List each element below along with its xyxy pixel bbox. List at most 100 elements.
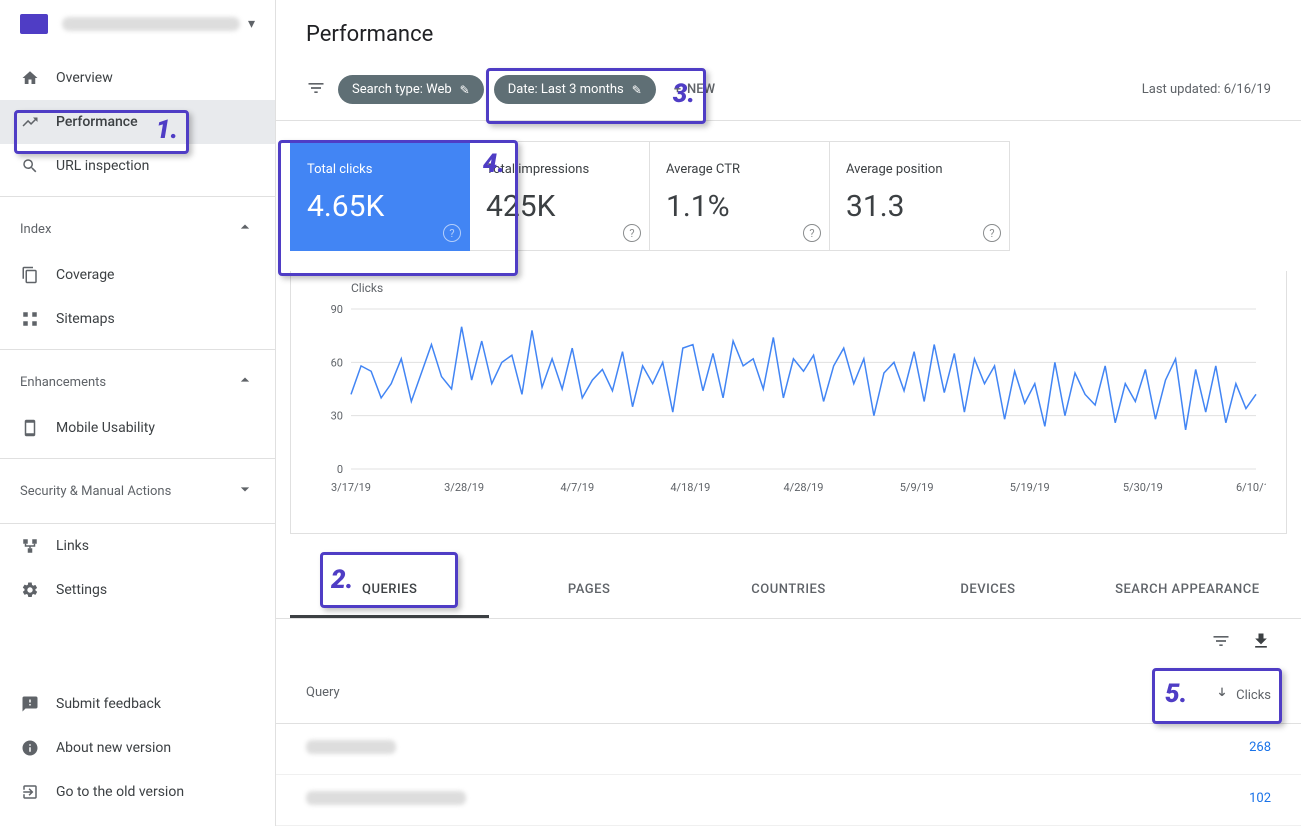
clicks-value: 102 (1249, 791, 1271, 809)
tab-queries[interactable]: QUERIES (290, 564, 489, 618)
metric-card-avg-ctr[interactable]: Average CTR 1.1% ? (650, 141, 830, 251)
svg-text:0: 0 (337, 463, 343, 476)
filter-icon[interactable] (306, 78, 326, 102)
tab-devices[interactable]: DEVICES (888, 564, 1087, 618)
sidebar-section-index[interactable]: Index (0, 205, 275, 253)
clicks-line-chart: 03060903/17/193/28/194/7/194/18/194/28/1… (311, 299, 1266, 499)
metric-value: 425K (486, 189, 633, 224)
svg-text:90: 90 (331, 303, 343, 316)
svg-text:3/17/19: 3/17/19 (331, 481, 371, 494)
chart-area: Clicks 03060903/17/193/28/194/7/194/18/1… (290, 271, 1287, 534)
last-updated: Last updated: 6/16/19 (1142, 82, 1271, 97)
sidebar-item-coverage[interactable]: Coverage (0, 253, 275, 297)
metric-card-avg-position[interactable]: Average position 31.3 ? (830, 141, 1010, 251)
sidebar-item-label: Go to the old version (56, 784, 184, 800)
table-header: Query Clicks (276, 667, 1301, 724)
plus-icon: + (674, 82, 681, 97)
property-selector[interactable]: ▾ (0, 0, 275, 48)
filter-bar: Search type: Web ✎ Date: Last 3 months ✎… (276, 65, 1301, 121)
help-icon[interactable]: ? (623, 224, 641, 242)
sort-down-icon (1214, 685, 1230, 705)
svg-text:4/28/19: 4/28/19 (784, 481, 824, 494)
tab-search-appearance[interactable]: SEARCH APPEARANCE (1088, 564, 1287, 618)
phone-icon (20, 418, 40, 438)
sidebar-item-label: About new version (56, 740, 171, 756)
table-toolbar (276, 619, 1301, 667)
tab-pages[interactable]: PAGES (489, 564, 688, 618)
sidebar-item-performance[interactable]: Performance (0, 100, 275, 144)
metric-value: 1.1% (666, 189, 813, 224)
sidebar-item-label: Links (56, 538, 89, 554)
metrics-row: Total clicks 4.65K ? Total impressions 4… (276, 121, 1301, 271)
metric-value: 31.3 (846, 189, 993, 224)
sidebar-item-overview[interactable]: Overview (0, 56, 275, 100)
metric-label: Average CTR (666, 162, 813, 177)
metric-value: 4.65K (307, 189, 453, 224)
sidebar-item-settings[interactable]: Settings (0, 568, 275, 612)
help-icon[interactable]: ? (803, 224, 821, 242)
dropdown-caret-icon: ▾ (248, 16, 255, 32)
report-tabs: QUERIES PAGES COUNTRIES DEVICES SEARCH A… (276, 564, 1301, 619)
chart-title: Clicks (311, 271, 1266, 299)
col-header-clicks[interactable]: Clicks (1214, 685, 1271, 705)
sidebar-item-label: Sitemaps (56, 311, 115, 327)
metric-label: Total impressions (486, 162, 633, 177)
feedback-icon (20, 694, 40, 714)
add-filter-button[interactable]: + NEW (674, 82, 715, 97)
gear-icon (20, 580, 40, 600)
sidebar-item-links[interactable]: Links (0, 524, 275, 568)
metric-card-total-clicks[interactable]: Total clicks 4.65K ? (290, 141, 470, 251)
query-text-blurred (306, 740, 396, 754)
metric-card-total-impressions[interactable]: Total impressions 425K ? (470, 141, 650, 251)
help-icon[interactable]: ? (443, 224, 461, 242)
main-content: Performance Search type: Web ✎ Date: Las… (276, 0, 1301, 826)
chevron-up-icon (235, 370, 255, 394)
sidebar-item-sitemaps[interactable]: Sitemaps (0, 297, 275, 341)
property-name-blurred (62, 17, 240, 31)
metric-label: Total clicks (307, 162, 453, 177)
sidebar-section-security[interactable]: Security & Manual Actions (0, 467, 275, 515)
exit-icon (20, 782, 40, 802)
sidebar-section-enhancements[interactable]: Enhancements (0, 358, 275, 406)
copy-icon (20, 265, 40, 285)
pencil-icon: ✎ (460, 83, 470, 97)
svg-text:6/10/19: 6/10/19 (1236, 481, 1266, 494)
sidebar-item-label: URL inspection (56, 158, 149, 174)
help-icon[interactable]: ? (983, 224, 1001, 242)
chip-date[interactable]: Date: Last 3 months ✎ (494, 75, 656, 104)
sidebar-item-label: Submit feedback (56, 696, 161, 712)
table-row[interactable]: 102 (276, 775, 1301, 826)
trending-icon (20, 112, 40, 132)
chevron-up-icon (235, 217, 255, 241)
clicks-value: 268 (1249, 740, 1271, 758)
home-icon (20, 68, 40, 88)
svg-text:30: 30 (331, 410, 343, 423)
col-header-query: Query (306, 685, 1214, 705)
sidebar-item-label: Performance (56, 114, 138, 130)
sidebar-item-label: Settings (56, 582, 107, 598)
page-title: Performance (276, 0, 1301, 65)
sidebar-item-old-version[interactable]: Go to the old version (0, 770, 275, 814)
sidebar-item-mobile-usability[interactable]: Mobile Usability (0, 406, 275, 450)
metric-label: Average position (846, 162, 993, 177)
svg-text:4/18/19: 4/18/19 (670, 481, 710, 494)
sidebar-item-label: Mobile Usability (56, 420, 155, 436)
svg-text:60: 60 (331, 356, 343, 369)
sidebar-item-submit-feedback[interactable]: Submit feedback (0, 682, 275, 726)
table-row[interactable]: 268 (276, 724, 1301, 775)
table-filter-icon[interactable] (1211, 631, 1231, 655)
sidebar-item-about[interactable]: About new version (0, 726, 275, 770)
svg-text:5/19/19: 5/19/19 (1010, 481, 1050, 494)
sidebar-item-url-inspection[interactable]: URL inspection (0, 144, 275, 188)
chip-search-type[interactable]: Search type: Web ✎ (338, 75, 484, 104)
download-icon[interactable] (1251, 631, 1271, 655)
tab-countries[interactable]: COUNTRIES (689, 564, 888, 618)
property-logo (20, 14, 48, 34)
sidebar-item-label: Coverage (56, 267, 114, 283)
search-icon (20, 156, 40, 176)
svg-text:3/28/19: 3/28/19 (444, 481, 484, 494)
links-icon (20, 536, 40, 556)
pencil-icon: ✎ (632, 83, 642, 97)
info-icon (20, 738, 40, 758)
sidebar: ▾ Overview Performance URL inspection (0, 0, 276, 826)
